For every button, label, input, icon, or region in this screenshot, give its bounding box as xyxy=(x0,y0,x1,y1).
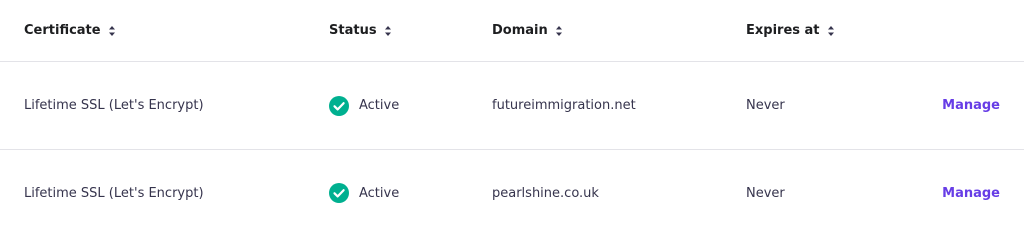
status-cell: Active xyxy=(329,62,399,149)
table-row: Lifetime SSL (Let's Encrypt) Active futu… xyxy=(0,62,1024,150)
table-header: Certificate Status Domain Expires at xyxy=(0,0,1024,62)
action-cell: Manage xyxy=(942,62,1000,149)
column-header-label: Status xyxy=(329,23,377,38)
domain-cell: pearlshine.co.uk xyxy=(492,185,599,201)
manage-button[interactable]: Manage xyxy=(942,186,1000,201)
check-circle-icon xyxy=(329,183,349,203)
sort-icon[interactable] xyxy=(384,25,392,37)
table-row: Lifetime SSL (Let's Encrypt) Active pear… xyxy=(0,150,1024,236)
column-header-label: Domain xyxy=(492,23,548,38)
sort-icon[interactable] xyxy=(555,25,563,37)
sort-icon[interactable] xyxy=(108,25,116,37)
status-label: Active xyxy=(359,98,400,113)
ssl-certificates-table: Certificate Status Domain Expires at Lif… xyxy=(0,0,1024,236)
check-circle-icon xyxy=(329,95,349,116)
manage-button[interactable]: Manage xyxy=(942,98,1000,113)
status-cell: Active xyxy=(329,150,399,236)
column-header-expires-at[interactable]: Expires at xyxy=(746,0,835,61)
column-header-certificate[interactable]: Certificate xyxy=(24,0,116,61)
certificate-cell: Lifetime SSL (Let's Encrypt) xyxy=(24,185,204,201)
column-header-label: Expires at xyxy=(746,23,820,38)
column-header-label: Certificate xyxy=(24,23,101,38)
domain-cell: futureimmigration.net xyxy=(492,98,636,113)
expires-at-cell: Never xyxy=(746,185,785,201)
status-label: Active xyxy=(359,185,400,201)
column-header-status[interactable]: Status xyxy=(329,0,392,61)
action-cell: Manage xyxy=(942,150,1000,236)
sort-icon[interactable] xyxy=(827,25,835,37)
expires-at-cell: Never xyxy=(746,98,785,113)
column-header-domain[interactable]: Domain xyxy=(492,0,563,61)
certificate-cell: Lifetime SSL (Let's Encrypt) xyxy=(24,98,204,113)
